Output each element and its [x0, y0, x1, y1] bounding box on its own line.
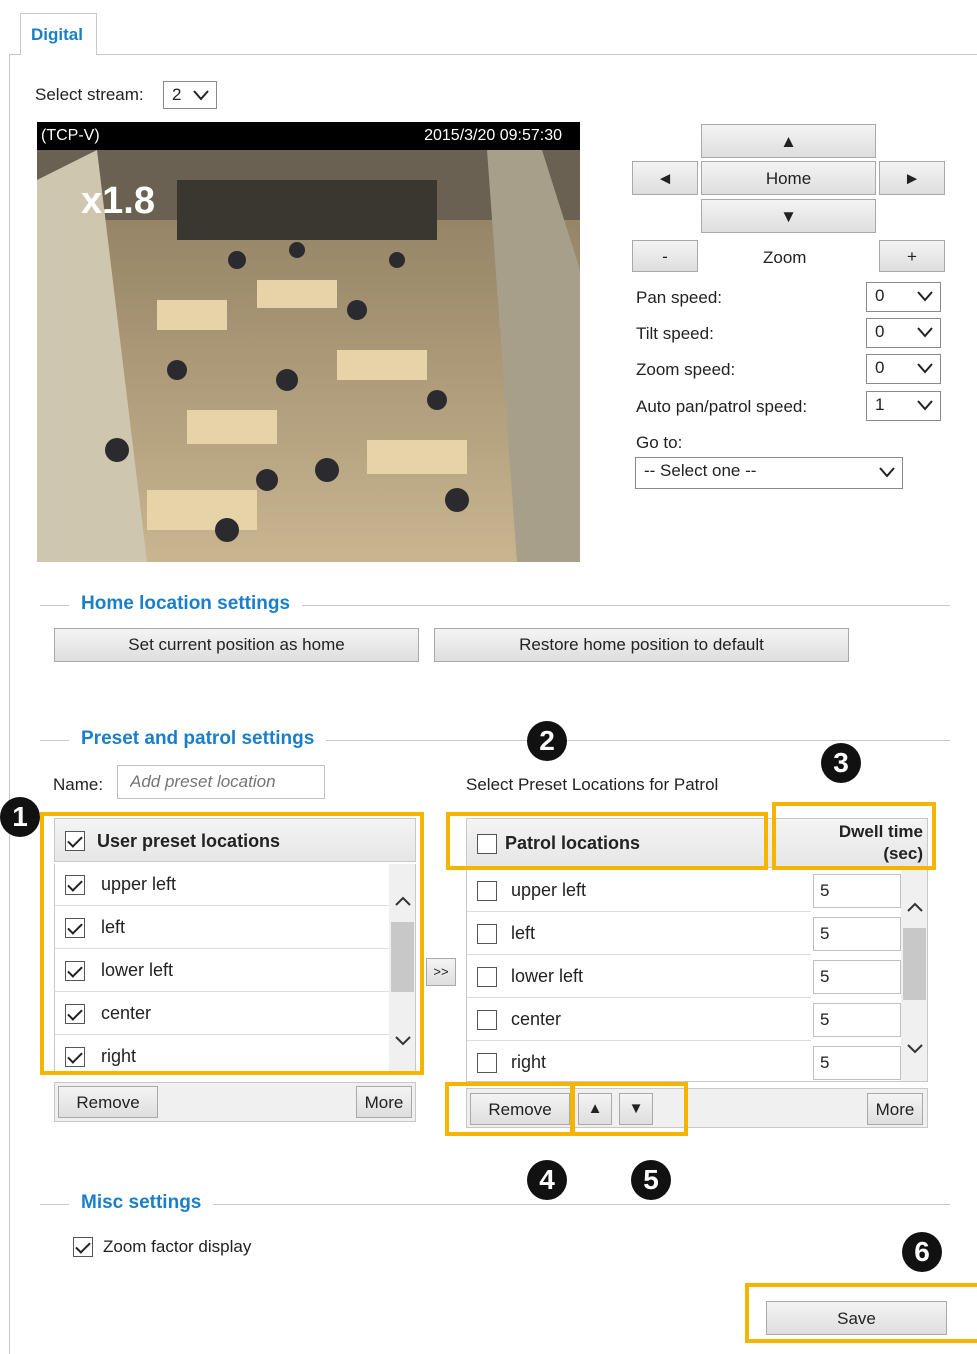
patrol-checkbox[interactable] — [477, 967, 497, 987]
dwell-time-input[interactable]: 5 — [813, 960, 901, 994]
highlight-box-save — [745, 1283, 977, 1343]
stream-value: 2 — [172, 85, 182, 104]
zoom-speed-label: Zoom speed: — [636, 360, 736, 379]
table-row[interactable]: left 5 — [467, 913, 901, 955]
chevron-down-icon — [917, 327, 933, 338]
zoom-out-button[interactable]: - — [632, 240, 698, 272]
restore-home-button[interactable]: Restore home position to default — [434, 628, 849, 662]
remove-preset-button[interactable]: Remove — [58, 1086, 158, 1118]
zoom-display-checkbox[interactable] — [73, 1237, 93, 1257]
patrol-list-scrollbar[interactable] — [901, 870, 927, 1081]
tilt-speed-label: Tilt speed: — [636, 324, 714, 343]
video-timestamp: 2015/3/20 09:57:30 — [424, 127, 562, 144]
zoom-speed-value: 0 — [875, 358, 885, 377]
badge-3: 3 — [821, 743, 861, 783]
dwell-time-input[interactable]: 5 — [813, 874, 901, 908]
home-section-title: Home location settings — [69, 593, 303, 615]
more-presets-button[interactable]: More — [356, 1086, 412, 1118]
table-row[interactable]: lower left 5 — [467, 956, 901, 998]
patrol-label: upper left — [511, 880, 587, 900]
chevron-down-icon — [917, 363, 933, 374]
tab-digital[interactable]: Digital — [20, 13, 97, 55]
patrol-checkbox[interactable] — [477, 1010, 497, 1030]
pan-left-button[interactable]: ◄ — [632, 161, 698, 195]
badge-4: 4 — [527, 1160, 567, 1200]
highlight-box-patrol-header — [446, 812, 768, 870]
chevron-down-icon — [917, 400, 933, 411]
auto-speed-value: 1 — [875, 395, 885, 414]
patrol-checkbox[interactable] — [477, 1053, 497, 1073]
patrol-checkbox[interactable] — [477, 924, 497, 944]
auto-speed-label: Auto pan/patrol speed: — [636, 397, 808, 416]
badge-5: 5 — [631, 1160, 671, 1200]
zoom-in-button[interactable]: + — [879, 240, 945, 272]
pan-speed-label: Pan speed: — [636, 288, 723, 307]
table-row[interactable]: right 5 — [467, 1042, 901, 1081]
pan-speed-value: 0 — [875, 286, 885, 305]
set-home-button[interactable]: Set current position as home — [54, 628, 419, 662]
video-header-bar: (TCP-V) 2015/3/20 09:57:30 — [37, 122, 580, 150]
tilt-speed-select[interactable]: 0 — [866, 318, 941, 348]
goto-select[interactable]: -- Select one -- — [635, 457, 903, 489]
scroll-down-icon[interactable] — [907, 1044, 923, 1054]
home-button[interactable]: Home — [701, 161, 876, 195]
misc-section-title: Misc settings — [69, 1192, 214, 1214]
stream-label: Select stream: — [35, 85, 144, 104]
patrol-list[interactable]: upper left 5 left 5 lower left 5 center 5 ri… — [466, 870, 928, 1082]
badge-1: 1 — [0, 797, 40, 837]
highlight-box-dwell — [772, 802, 936, 870]
badge-2: 2 — [527, 721, 567, 761]
zoom-speed-select[interactable]: 0 — [866, 354, 941, 384]
dwell-time-input[interactable]: 5 — [813, 917, 901, 951]
zoom-factor-overlay: x1.8 — [81, 180, 155, 222]
tilt-up-button[interactable]: ▲ — [701, 124, 876, 158]
dwell-time-input[interactable]: 5 — [813, 1046, 901, 1080]
highlight-box-user-presets — [40, 812, 424, 1075]
dwell-time-input[interactable]: 5 — [813, 1003, 901, 1037]
tilt-speed-value: 0 — [875, 322, 885, 341]
add-to-patrol-button[interactable]: >> — [426, 958, 456, 986]
tilt-down-button[interactable]: ▼ — [701, 199, 876, 233]
preset-name-input[interactable] — [117, 765, 325, 799]
preset-name-label: Name: — [53, 775, 104, 794]
highlight-box-remove — [445, 1082, 575, 1136]
chevron-down-icon — [917, 291, 933, 302]
scroll-thumb[interactable] — [903, 928, 926, 1000]
patrol-label: lower left — [511, 966, 584, 986]
chevron-down-icon — [879, 467, 895, 478]
badge-6: 6 — [902, 1232, 942, 1272]
video-protocol: (TCP-V) — [41, 127, 100, 144]
chevron-down-icon — [193, 90, 209, 101]
zoom-label: Zoom — [763, 248, 807, 267]
video-view[interactable]: (TCP-V) 2015/3/20 09:57:30 x1.8 — [37, 122, 580, 562]
goto-value: -- Select one -- — [644, 461, 757, 480]
patrol-label: left — [511, 923, 536, 943]
patrol-label: right — [511, 1052, 547, 1072]
table-row[interactable]: upper left 5 — [467, 870, 901, 912]
auto-speed-select[interactable]: 1 — [866, 391, 941, 421]
more-patrol-button[interactable]: More — [867, 1093, 923, 1125]
highlight-box-move — [570, 1082, 688, 1136]
table-row[interactable]: center 5 — [467, 999, 901, 1041]
patrol-caption: Select Preset Locations for Patrol — [466, 775, 719, 794]
patrol-label: center — [511, 1009, 562, 1029]
pan-speed-select[interactable]: 0 — [866, 282, 941, 312]
goto-label: Go to: — [636, 433, 683, 452]
preset-section-title: Preset and patrol settings — [69, 728, 327, 750]
stream-select[interactable]: 2 — [163, 81, 217, 109]
zoom-display-label: Zoom factor display — [103, 1237, 252, 1256]
scroll-up-icon[interactable] — [907, 902, 923, 912]
pan-right-button[interactable]: ► — [879, 161, 945, 195]
patrol-checkbox[interactable] — [477, 881, 497, 901]
